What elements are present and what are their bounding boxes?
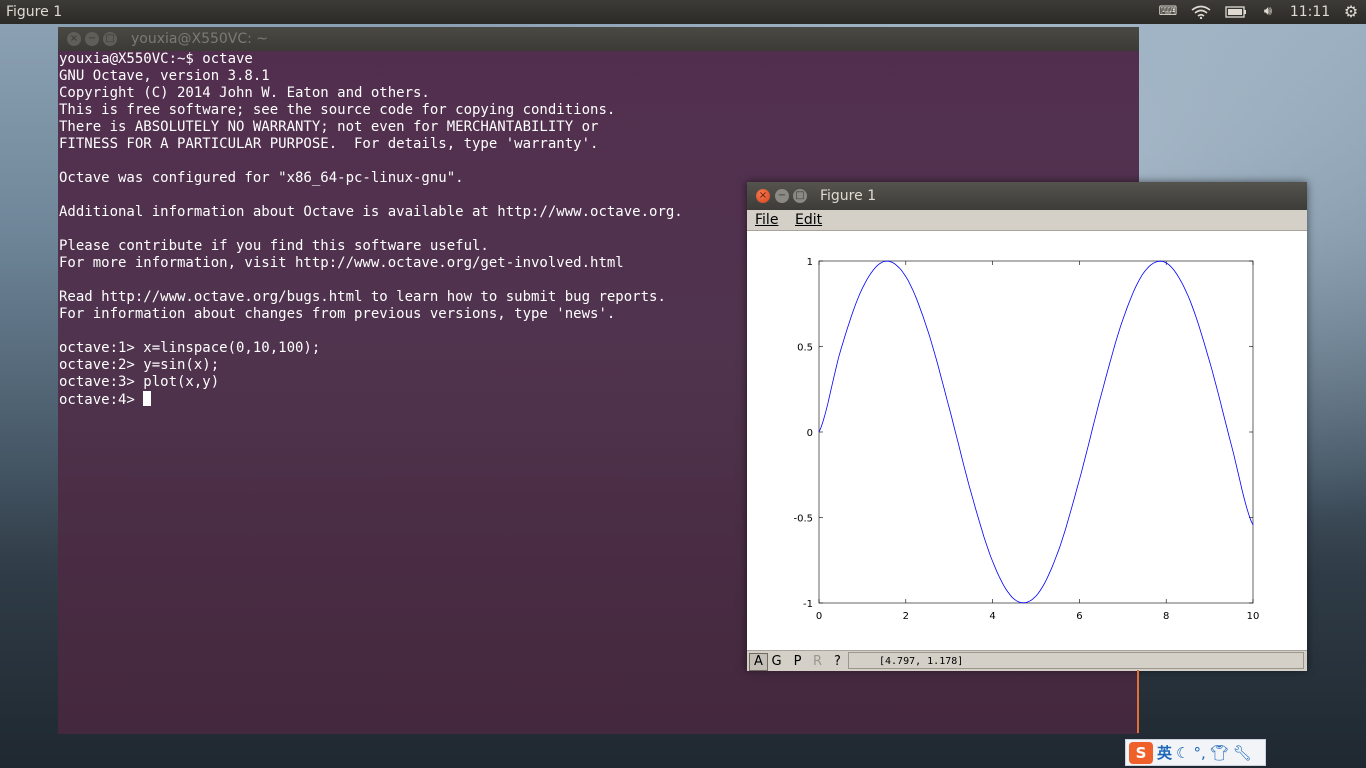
plot-area[interactable]: 0 2 4 6 8 10 1 0.5 0 -0.5 -1 [747,231,1307,650]
y-tick-label: 0.5 [797,343,813,354]
figure-title: Figure 1 [820,188,877,204]
grid-button[interactable]: G [767,653,786,671]
y-tick-label: -1 [803,599,813,610]
active-window-title: Figure 1 [6,4,63,20]
pan-button[interactable]: P [788,653,807,671]
menu-file[interactable]: File [755,210,778,230]
cursor-coordinates: [4.797, 1.178] [848,652,1304,669]
input-method-bar[interactable]: S 英 ☾ °, 👕︎ 🔧︎ [1125,739,1266,766]
close-icon[interactable]: × [67,32,81,46]
help-button[interactable]: ? [828,653,847,671]
close-icon[interactable]: × [756,189,770,203]
x-tick-label: 10 [1247,611,1260,622]
menu-edit[interactable]: Edit [795,210,822,230]
wifi-icon[interactable] [1190,0,1212,24]
terminal-line: Copyright (C) 2014 John W. Eaton and oth… [59,85,430,101]
keyboard-icon[interactable]: ⌨ [1158,0,1178,24]
series-line [818,260,1254,604]
battery-icon[interactable] [1224,0,1248,24]
figure-titlebar[interactable]: × − □ Figure 1 [747,182,1307,210]
terminal-titlebar[interactable]: × − □ youxia@X550VC: ~ [58,27,1139,51]
shirt-icon[interactable]: 👕︎ [1210,744,1229,762]
wrench-icon[interactable]: 🔧︎ [1233,744,1252,762]
terminal-title: youxia@X550VC: ~ [131,31,269,47]
terminal-line: This is free software; see the source co… [59,102,616,118]
autoscale-button[interactable]: A [749,653,768,671]
ime-language-toggle[interactable]: 英 [1157,742,1172,763]
figure-menubar: File Edit [747,210,1307,231]
x-tick-label: 8 [1163,611,1169,622]
terminal-line: FITNESS FOR A PARTICULAR PURPOSE. For de… [59,136,599,152]
ime-divider [1137,670,1139,733]
figure-window[interactable]: × − □ Figure 1 File Edit 0 2 4 6 8 10 1 0.5 0 -0.… [747,182,1307,671]
x-tick-label: 6 [1076,611,1082,622]
terminal-cursor [143,391,152,406]
rotate-button[interactable]: R [808,653,827,671]
maximize-icon[interactable]: □ [103,32,117,46]
plot-frame [818,260,1254,604]
ime-logo[interactable]: S [1129,741,1153,764]
terminal-prompt: octave:4> [59,392,144,408]
x-tick-label: 4 [989,611,995,622]
minimize-icon[interactable]: − [85,32,99,46]
terminal-line: GNU Octave, version 3.8.1 [59,68,270,84]
y-tick-label: -0.5 [793,514,813,525]
terminal-line: There is ABSOLUTELY NO WARRANTY; not eve… [59,119,599,135]
top-panel: Figure 1 ⌨ 🔊︎ 11:11 ⚙ [0,0,1366,24]
x-tick-label: 0 [816,611,822,622]
maximize-icon[interactable]: □ [793,189,807,203]
sine-chart[interactable]: 0 2 4 6 8 10 1 0.5 0 -0.5 -1 [747,231,1307,654]
punctuation-icon[interactable]: °, [1193,744,1205,762]
y-tick-label: 0 [807,428,813,439]
moon-icon[interactable]: ☾ [1176,744,1189,762]
minimize-icon[interactable]: − [775,189,789,203]
clock[interactable]: 11:11 [1290,0,1330,24]
y-tick-label: 1 [807,257,813,268]
terminal-line: youxia@X550VC:~$ octave [59,51,253,67]
x-tick-label: 2 [903,611,909,622]
figure-statusbar: A G P R ? [4.797, 1.178] [747,650,1307,671]
chart-svg[interactable]: 0 2 4 6 8 10 1 0.5 0 -0.5 -1 [747,231,1307,650]
gear-icon[interactable]: ⚙ [1340,0,1362,24]
volume-icon[interactable]: 🔊︎ [1258,0,1278,24]
